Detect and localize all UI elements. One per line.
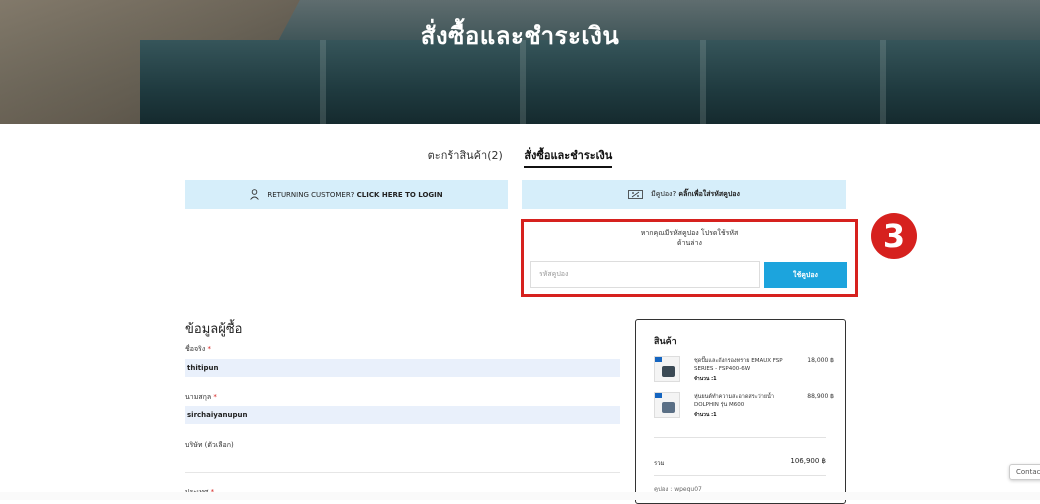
first-name-label-text: ชื่อจริง	[185, 345, 206, 353]
last-name-input[interactable]: sirchaiyanupun	[185, 406, 620, 424]
coupon-prefix: มีคูปอง?	[651, 190, 677, 198]
coupon-instruction-line2: ด้านล่าง	[677, 239, 702, 247]
coupon-notice: มีคูปอง? คลิ๊กเพื่อใส่รหัสคูปอง	[522, 180, 846, 209]
first-name-input[interactable]: thitipun	[185, 359, 620, 377]
step-cart-link[interactable]: ตะกร้าสินค้า(2)	[428, 146, 503, 164]
company-label: บริษัท (ตัวเลือก)	[185, 441, 234, 449]
divider	[654, 437, 826, 438]
product-qty: จำนวน :1	[694, 412, 717, 418]
contact-widget-button[interactable]: Contac	[1009, 464, 1040, 480]
divider	[654, 475, 826, 476]
apply-coupon-button[interactable]: ใช้คูปอง	[764, 262, 847, 288]
subtotal-value: 106,900 ฿	[790, 457, 826, 465]
coupon-code-input[interactable]: รหัสคูปอง	[530, 261, 760, 288]
order-summary: สินค้า ชุดปั๊มและถังกรองทราย EMAUX FSP S…	[635, 319, 846, 504]
order-item: หุ่นยนต์ทำความสะอาดสระว่ายน้ำ DOLPHIN รุ…	[654, 392, 834, 418]
last-name-label-text: นามสกุล	[185, 393, 212, 401]
pump-image	[662, 366, 675, 377]
step-checkout-active: สั่งซื้อและชำระเงิน	[524, 146, 613, 168]
order-item: ชุดปั๊มและถังกรองทราย EMAUX FSP SERIES -…	[654, 356, 834, 382]
hero-banner: สั่งซื้อและชำระเงิน	[0, 0, 1040, 124]
required-mark: *	[213, 393, 217, 401]
user-icon	[250, 189, 260, 200]
robot-image	[662, 402, 675, 413]
login-prefix: RETURNING CUSTOMER?	[267, 190, 355, 199]
coupon-form-highlight: หากคุณมีรหัสคูปอง โปรดใช้รหัส ด้านล่าง ร…	[521, 219, 858, 297]
step-number-badge: 3	[871, 213, 917, 259]
required-mark: *	[207, 345, 211, 353]
order-summary-title: สินค้า	[654, 337, 677, 347]
login-link[interactable]: CLICK HERE TO LOGIN	[357, 191, 443, 199]
product-price: 88,900 ฿	[807, 393, 834, 400]
returning-customer-notice: RETURNING CUSTOMER? CLICK HERE TO LOGIN	[185, 180, 508, 209]
coupon-toggle-link[interactable]: คลิ๊กเพื่อใส่รหัสคูปอง	[678, 189, 740, 200]
brand-tag	[655, 357, 662, 362]
product-price: 18,000 ฿	[807, 357, 834, 364]
billing-title: ข้อมูลผู้ซื้อ	[185, 322, 243, 337]
coupon-instruction-line1: หากคุณมีรหัสคูปอง โปรดใช้รหัส	[640, 229, 739, 237]
product-name[interactable]: หุ่นยนต์ทำความสะอาดสระว่ายน้ำ DOLPHIN รุ…	[694, 393, 794, 409]
page-bottom	[0, 492, 1040, 500]
page-title: สั่งซื้อและชำระเงิน	[420, 22, 620, 50]
coupon-icon	[628, 190, 643, 199]
coupon-instruction: หากคุณมีรหัสคูปอง โปรดใช้รหัส ด้านล่าง	[524, 228, 855, 248]
first-name-label: ชื่อจริง *	[185, 344, 211, 355]
last-name-label: นามสกุล *	[185, 392, 217, 403]
subtotal-label: รวม	[654, 460, 665, 467]
company-input[interactable]	[185, 472, 620, 473]
product-name[interactable]: ชุดปั๊มและถังกรองทราย EMAUX FSP SERIES -…	[694, 357, 794, 373]
brand-tag	[655, 393, 662, 398]
product-qty: จำนวน :1	[694, 376, 717, 382]
checkout-steps: ตะกร้าสินค้า(2) สั่งซื้อและชำระเงิน	[0, 146, 1040, 168]
product-thumbnail	[654, 356, 680, 382]
product-thumbnail	[654, 392, 680, 418]
